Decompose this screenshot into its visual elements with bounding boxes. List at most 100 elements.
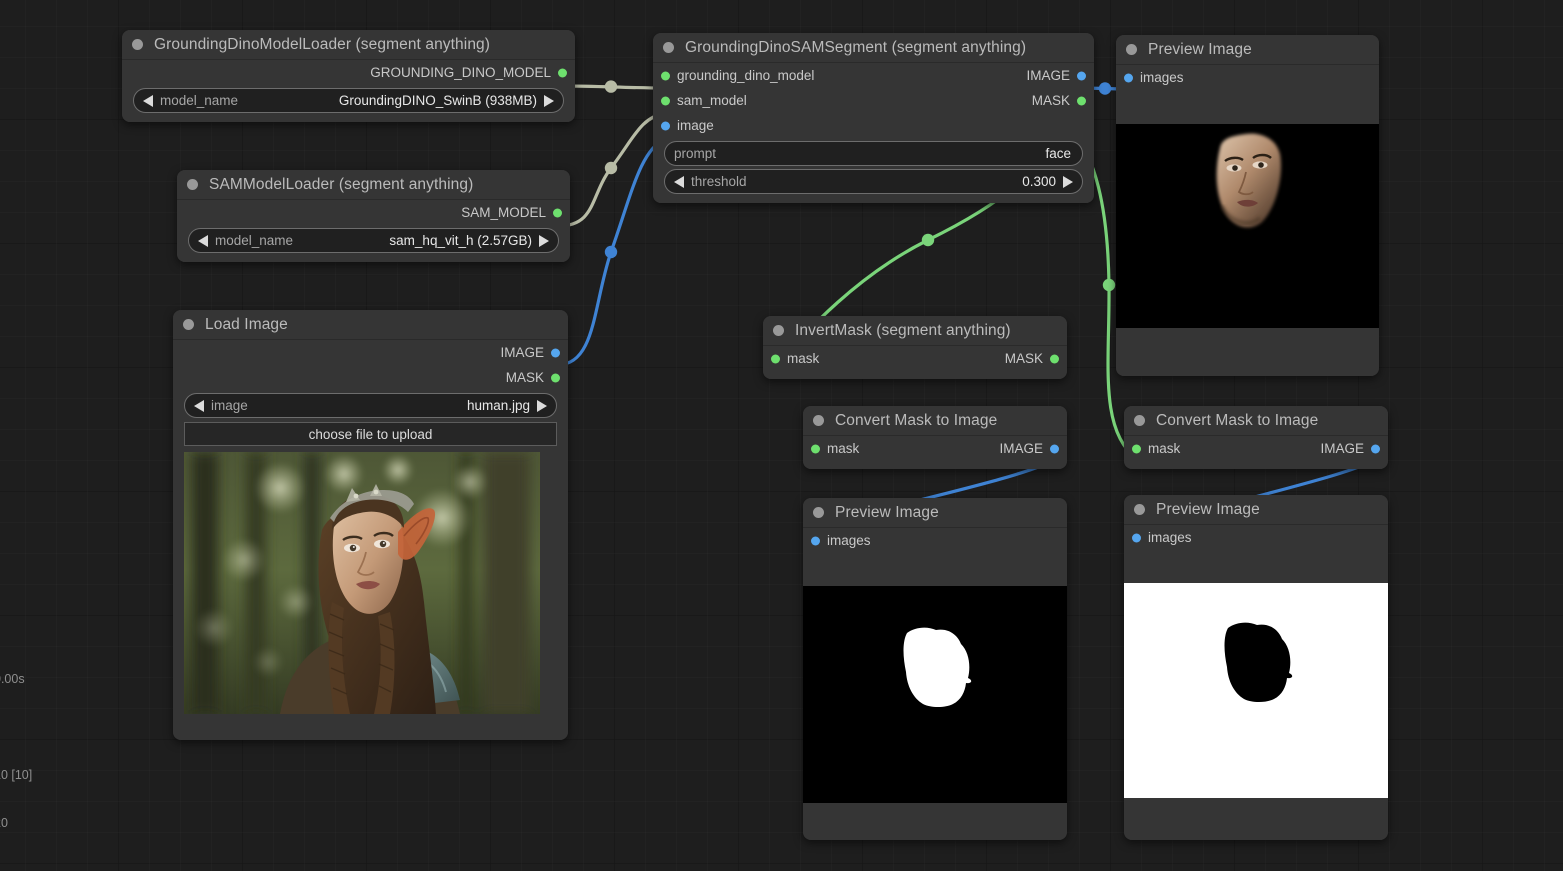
input-port-dot[interactable] xyxy=(1124,73,1133,82)
node-convert-mask-to-image-right[interactable]: Convert Mask to Image mask IMAGE xyxy=(1124,406,1388,469)
node-header[interactable]: Preview Image xyxy=(1124,495,1388,525)
io-row-sam-model[interactable]: sam_model MASK xyxy=(653,88,1094,113)
chevron-right-icon[interactable] xyxy=(539,234,549,247)
io-row-image[interactable]: image xyxy=(653,113,1094,138)
collapse-dot-icon[interactable] xyxy=(813,415,824,426)
upload-file-button[interactable]: choose file to upload xyxy=(184,422,557,446)
input-port-dot[interactable] xyxy=(1132,533,1141,542)
widget-threshold-number[interactable]: threshold 0.300 xyxy=(664,169,1083,194)
output-slot-sam-model[interactable]: SAM_MODEL xyxy=(177,200,570,225)
widget-model-name-combo[interactable]: model_name sam_hq_vit_h (2.57GB) xyxy=(188,228,559,253)
input-port-dot[interactable] xyxy=(661,96,670,105)
output-slot-mask[interactable]: MASK xyxy=(173,365,568,390)
node-header[interactable]: Load Image xyxy=(173,310,568,340)
link-dot-image-segment xyxy=(604,245,618,259)
status-readout: 0.00s 10 [10] 20 xyxy=(0,639,32,863)
node-body: mask MASK xyxy=(763,346,1067,379)
io-row-mask[interactable]: mask IMAGE xyxy=(1124,436,1388,461)
node-grounding-dino-model-loader[interactable]: GroundingDinoModelLoader (segment anythi… xyxy=(122,30,575,122)
input-slot-label: images xyxy=(827,533,871,548)
chevron-right-icon[interactable] xyxy=(544,94,554,107)
widget-label: image xyxy=(211,398,248,413)
collapse-dot-icon[interactable] xyxy=(1134,415,1145,426)
node-title: Preview Image xyxy=(1156,500,1260,518)
node-header[interactable]: Convert Mask to Image xyxy=(803,406,1067,436)
output-port-dot[interactable] xyxy=(1077,96,1086,105)
node-load-image[interactable]: Load Image IMAGE MASK image human.jpg ch… xyxy=(173,310,568,740)
input-slot-images[interactable]: images xyxy=(803,528,1067,553)
node-preview-image-face[interactable]: Preview Image images xyxy=(1116,35,1379,376)
chevron-right-icon[interactable] xyxy=(537,399,547,412)
node-header[interactable]: GroundingDinoModelLoader (segment anythi… xyxy=(122,30,575,60)
widget-label: model_name xyxy=(160,93,239,108)
node-header[interactable]: GroundingDinoSAMSegment (segment anythin… xyxy=(653,33,1094,63)
node-preview-image-mask[interactable]: Preview Image images xyxy=(803,498,1067,840)
node-header[interactable]: Preview Image xyxy=(1116,35,1379,65)
io-row-mask[interactable]: mask MASK xyxy=(763,346,1067,371)
node-header[interactable]: Preview Image xyxy=(803,498,1067,528)
link-dot-segment-image-preview xyxy=(1098,82,1112,95)
collapse-dot-icon[interactable] xyxy=(187,179,198,190)
link-dot-mask-invertmask xyxy=(921,233,935,247)
node-graph-canvas[interactable]: GroundingDinoModelLoader (segment anythi… xyxy=(0,0,1563,871)
output-port-dot[interactable] xyxy=(553,208,562,217)
widget-prompt-text[interactable]: prompt face xyxy=(664,141,1083,166)
chevron-right-icon[interactable] xyxy=(1063,175,1073,188)
collapse-dot-icon[interactable] xyxy=(183,319,194,330)
output-port-dot[interactable] xyxy=(1371,444,1380,453)
node-header[interactable]: SAMModelLoader (segment anything) xyxy=(177,170,570,200)
input-port-dot[interactable] xyxy=(1132,444,1141,453)
output-port-dot[interactable] xyxy=(1077,71,1086,80)
widget-value: human.jpg xyxy=(466,398,530,413)
node-sam-model-loader[interactable]: SAMModelLoader (segment anything) SAM_MO… xyxy=(177,170,570,262)
collapse-dot-icon[interactable] xyxy=(1126,44,1137,55)
output-slot-image[interactable]: IMAGE xyxy=(173,340,568,365)
node-convert-mask-to-image-left[interactable]: Convert Mask to Image mask IMAGE xyxy=(803,406,1067,469)
input-slot-images[interactable]: images xyxy=(1124,525,1388,550)
output-port-dot[interactable] xyxy=(551,348,560,357)
widget-value: GroundingDINO_SwinB (938MB) xyxy=(338,93,537,108)
collapse-dot-icon[interactable] xyxy=(773,325,784,336)
node-grounding-dino-sam-segment[interactable]: GroundingDinoSAMSegment (segment anythin… xyxy=(653,33,1094,203)
widget-value: face xyxy=(1045,146,1071,161)
chevron-left-icon[interactable] xyxy=(143,94,153,107)
chevron-left-icon[interactable] xyxy=(194,399,204,412)
chevron-left-icon[interactable] xyxy=(198,234,208,247)
input-slot-images[interactable]: images xyxy=(1116,65,1379,90)
input-port-dot[interactable] xyxy=(811,444,820,453)
input-port-dot[interactable] xyxy=(811,536,820,545)
node-header[interactable]: InvertMask (segment anything) xyxy=(763,316,1067,346)
output-port-dot[interactable] xyxy=(551,373,560,382)
link-dot-mask-convert-right xyxy=(1102,278,1116,292)
node-title: Convert Mask to Image xyxy=(835,411,998,429)
input-slot-label: images xyxy=(1148,530,1192,545)
node-body: images xyxy=(1124,525,1388,840)
widget-image-combo[interactable]: image human.jpg xyxy=(184,393,557,418)
output-slot-label: MASK xyxy=(1004,351,1043,366)
node-header[interactable]: Convert Mask to Image xyxy=(1124,406,1388,436)
output-slot-label: IMAGE xyxy=(500,345,544,360)
collapse-dot-icon[interactable] xyxy=(663,42,674,53)
status-line-count: 10 [10] xyxy=(0,768,33,782)
io-row-mask[interactable]: mask IMAGE xyxy=(803,436,1067,461)
input-port-dot[interactable] xyxy=(661,71,670,80)
input-slot-label: images xyxy=(1140,70,1184,85)
output-port-dot[interactable] xyxy=(1050,444,1059,453)
input-port-dot[interactable] xyxy=(771,354,780,363)
node-title: Preview Image xyxy=(835,503,939,521)
input-port-dot[interactable] xyxy=(661,121,670,130)
node-preview-image-inverted-mask[interactable]: Preview Image images xyxy=(1124,495,1388,840)
io-row-grounding-dino-model[interactable]: grounding_dino_model IMAGE xyxy=(653,63,1094,88)
output-port-dot[interactable] xyxy=(558,68,567,77)
node-invert-mask[interactable]: InvertMask (segment anything) mask MASK xyxy=(763,316,1067,379)
collapse-dot-icon[interactable] xyxy=(132,39,143,50)
output-slot-grounding-dino-model[interactable]: GROUNDING_DINO_MODEL xyxy=(122,60,575,85)
node-body: images xyxy=(803,528,1067,840)
output-port-dot[interactable] xyxy=(1050,354,1059,363)
collapse-dot-icon[interactable] xyxy=(1134,504,1145,515)
chevron-left-icon[interactable] xyxy=(674,175,684,188)
masked-face-on-black xyxy=(1116,124,1379,328)
collapse-dot-icon[interactable] xyxy=(813,507,824,518)
image-preview-white-mask xyxy=(803,586,1067,803)
widget-model-name-combo[interactable]: model_name GroundingDINO_SwinB (938MB) xyxy=(133,88,564,113)
